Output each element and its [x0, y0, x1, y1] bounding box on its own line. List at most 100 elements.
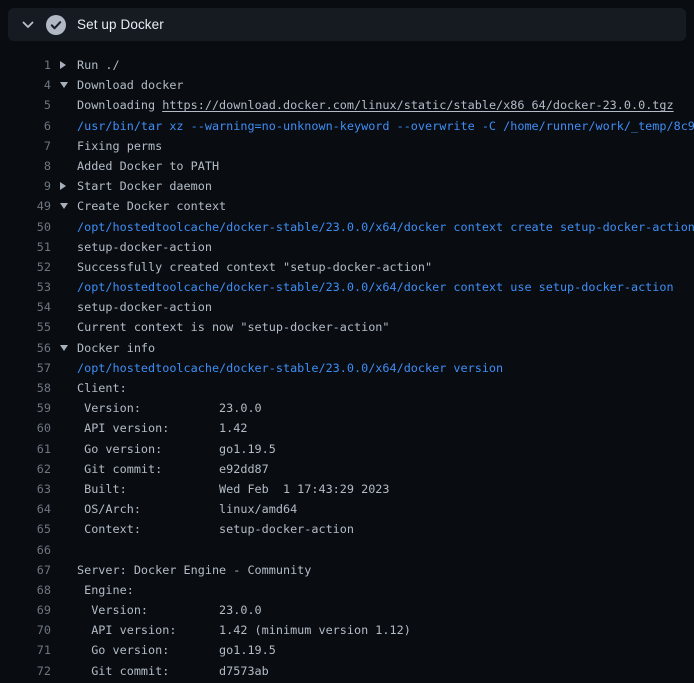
log-text: /opt/hostedtoolcache/docker-stable/23.0.… [77, 358, 694, 378]
log-group-line[interactable]: 9 Start Docker daemon [0, 176, 694, 196]
line-number[interactable]: 55 [0, 317, 51, 337]
arrow-spacer [51, 418, 77, 438]
line-number[interactable]: 67 [0, 560, 51, 580]
line-number[interactable]: 6 [0, 116, 51, 136]
log-text: Create Docker context [77, 196, 694, 216]
log-line: 7 Fixing perms [0, 136, 694, 156]
line-number[interactable]: 1 [0, 55, 51, 75]
log-text: Downloading https://download.docker.com/… [77, 95, 694, 115]
log-text: Fixing perms [77, 136, 694, 156]
arrow-spacer [51, 560, 77, 580]
log-text: Version: 23.0.0 [77, 398, 694, 418]
log-line: 64 OS/Arch: linux/amd64 [0, 499, 694, 519]
line-number[interactable]: 49 [0, 196, 51, 216]
log-text: Start Docker daemon [77, 176, 694, 196]
arrow-spacer [51, 499, 77, 519]
log-group-line[interactable]: 56 Docker info [0, 338, 694, 358]
line-number[interactable]: 58 [0, 378, 51, 398]
log-text: Context: setup-docker-action [77, 519, 694, 539]
log-text: API version: 1.42 [77, 418, 694, 438]
log-line: 51setup-docker-action [0, 237, 694, 257]
log-line: 68 Engine: [0, 580, 694, 600]
log-text [77, 540, 694, 560]
log-line: 60 API version: 1.42 [0, 418, 694, 438]
line-number[interactable]: 8 [0, 156, 51, 176]
triangle-right-icon[interactable] [51, 176, 77, 196]
line-number[interactable]: 60 [0, 418, 51, 438]
log-line: 72 Git commit: d7573ab [0, 661, 694, 681]
line-number[interactable]: 65 [0, 519, 51, 539]
arrow-spacer [51, 580, 77, 600]
log-line: 69 Version: 23.0.0 [0, 600, 694, 620]
line-number[interactable]: 70 [0, 620, 51, 640]
log-line: 8Added Docker to PATH [0, 156, 694, 176]
arrow-spacer [51, 620, 77, 640]
log-text: Client: [77, 378, 694, 398]
log-group-line[interactable]: 49 Create Docker context [0, 196, 694, 216]
log-text: /opt/hostedtoolcache/docker-stable/23.0.… [77, 217, 694, 237]
log-line: 57/opt/hostedtoolcache/docker-stable/23.… [0, 358, 694, 378]
triangle-right-icon[interactable] [51, 55, 77, 75]
line-number[interactable]: 5 [0, 95, 51, 115]
log-line: 59 Version: 23.0.0 [0, 398, 694, 418]
line-number[interactable]: 52 [0, 257, 51, 277]
log-line: 54setup-docker-action [0, 297, 694, 317]
line-number[interactable]: 69 [0, 600, 51, 620]
line-number[interactable]: 50 [0, 217, 51, 237]
arrow-spacer [51, 156, 77, 176]
chevron-down-icon[interactable] [20, 17, 36, 33]
arrow-spacer [51, 519, 77, 539]
line-number[interactable]: 66 [0, 540, 51, 560]
log-line: 50/opt/hostedtoolcache/docker-stable/23.… [0, 217, 694, 237]
line-number[interactable]: 51 [0, 237, 51, 257]
log-text: Docker info [77, 338, 694, 358]
line-number[interactable]: 61 [0, 439, 51, 459]
line-number[interactable]: 72 [0, 661, 51, 681]
log-text: Git commit: d7573ab [77, 661, 694, 681]
arrow-spacer [51, 439, 77, 459]
log-link[interactable]: https://download.docker.com/linux/static… [162, 98, 673, 112]
log-line: 52 Successfully created context "setup-do… [0, 257, 694, 277]
log-line: 58 Client: [0, 378, 694, 398]
line-number[interactable]: 7 [0, 136, 51, 156]
log-line: 70 API version: 1.42 (minimum version 1.… [0, 620, 694, 640]
line-number[interactable]: 56 [0, 338, 51, 358]
log-group-line[interactable]: 1Run ./ [0, 55, 694, 75]
log-group-line[interactable]: 4Download docker [0, 75, 694, 95]
arrow-spacer [51, 398, 77, 418]
arrow-spacer [51, 257, 77, 277]
arrow-spacer [51, 277, 77, 297]
log-text: Current context is now "setup-docker-act… [77, 317, 694, 337]
arrow-spacer [51, 358, 77, 378]
line-number[interactable]: 68 [0, 580, 51, 600]
line-number[interactable]: 54 [0, 297, 51, 317]
triangle-down-icon[interactable] [51, 338, 77, 358]
line-number[interactable]: 4 [0, 75, 51, 95]
log-text: Version: 23.0.0 [77, 600, 694, 620]
log-line: 65 Context: setup-docker-action [0, 519, 694, 539]
line-number[interactable]: 71 [0, 640, 51, 660]
triangle-down-icon[interactable] [51, 196, 77, 216]
line-number[interactable]: 62 [0, 459, 51, 479]
log-line: 61 Go version: go1.19.5 [0, 439, 694, 459]
line-number[interactable]: 64 [0, 499, 51, 519]
log-text: Successfully created context "setup-dock… [77, 257, 694, 277]
line-number[interactable]: 53 [0, 277, 51, 297]
arrow-spacer [51, 136, 77, 156]
arrow-spacer [51, 540, 77, 560]
arrow-spacer [51, 237, 77, 257]
log-text: Go version: go1.19.5 [77, 640, 694, 660]
step-header[interactable]: Set up Docker [8, 8, 686, 41]
log-line: 6/usr/bin/tar xz --warning=no-unknown-ke… [0, 116, 694, 136]
arrow-spacer [51, 378, 77, 398]
line-number[interactable]: 63 [0, 479, 51, 499]
line-number[interactable]: 9 [0, 176, 51, 196]
log-text: /opt/hostedtoolcache/docker-stable/23.0.… [77, 277, 694, 297]
line-number[interactable]: 59 [0, 398, 51, 418]
line-number[interactable]: 57 [0, 358, 51, 378]
triangle-down-icon[interactable] [51, 75, 77, 95]
log-line: 53/opt/hostedtoolcache/docker-stable/23.… [0, 277, 694, 297]
step-title: Set up Docker [77, 17, 164, 32]
log-text: API version: 1.42 (minimum version 1.12) [77, 620, 694, 640]
arrow-spacer [51, 640, 77, 660]
